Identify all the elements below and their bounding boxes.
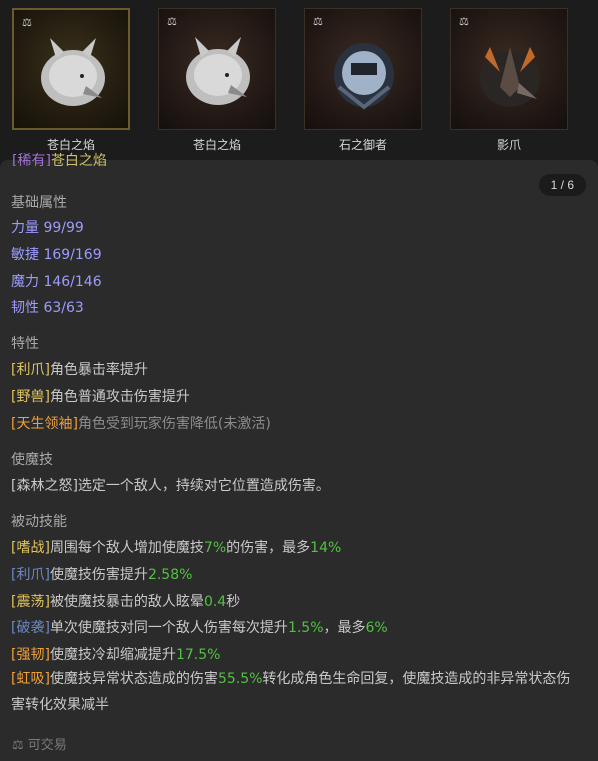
- skill-title: 使魔技: [11, 452, 53, 468]
- passive-text: 的伤害，最多: [226, 540, 311, 556]
- pet-title: [稀有]苍白之焰: [12, 150, 107, 166]
- trait-text: 角色受到玩家伤害降低(未激活): [77, 416, 271, 432]
- rarity-tag: [稀有]: [12, 153, 51, 166]
- traits-title: 特性: [11, 336, 39, 352]
- trait-tag: [天生领袖]: [11, 416, 78, 432]
- page-indicator: 1 / 6: [538, 174, 586, 196]
- pet-card-name: 影爪: [496, 138, 521, 152]
- stat-toughness: 韧性 63/63: [11, 300, 84, 316]
- passive-text: 使魔技异常状态造成的伤害: [49, 671, 218, 687]
- passive-text: 使魔技冷却缩减提升: [49, 647, 176, 663]
- passive-value: 7%: [203, 540, 227, 556]
- passive-item: [强韧]使魔技冷却缩减提升17.5%: [11, 644, 220, 664]
- pet-card-frame: ⚖: [158, 8, 276, 130]
- pet-card-frame: ⚖: [304, 8, 422, 130]
- passive-tag: [破袭]: [11, 620, 50, 636]
- pet-name: 苍白之焰: [50, 153, 107, 166]
- passive-tag: [嗜战]: [11, 540, 50, 556]
- passive-value: 17.5%: [175, 647, 221, 663]
- passive-item: [破袭]单次使魔技对同一个敌人伤害每次提升1.5%，最多6%: [11, 617, 388, 637]
- passive-value: 6%: [365, 620, 388, 636]
- passive-value: 1.5%: [287, 620, 324, 636]
- passive-value: 55.5%: [217, 671, 263, 687]
- stat-agility: 敏捷 169/169: [11, 247, 102, 263]
- pet-card-name: 石之御者: [338, 138, 387, 152]
- pet-detail-panel: [稀有]苍白之焰 1 / 6 基础属性 力量 99/99 敏捷 169/169 …: [0, 153, 598, 761]
- shadow-claw-portrait: [480, 47, 540, 107]
- trait-text: 角色暴击率提升: [49, 362, 148, 378]
- pet-card[interactable]: ⚖ 苍白之焰: [157, 8, 277, 153]
- stat-magic: 魔力 146/146: [11, 274, 102, 290]
- pet-card[interactable]: ⚖ 石之御者: [303, 8, 423, 153]
- trait-text: 角色普通攻击伤害提升: [49, 389, 190, 405]
- pet-card-frame: ⚖: [450, 8, 568, 130]
- skill-text: [森林之怒]选定一个敌人，持续对它位置造成伤害。: [11, 478, 330, 494]
- passive-tag: [虹吸]: [11, 671, 50, 687]
- passive-text: ，最多: [323, 620, 366, 636]
- passive-text: 使魔技伤害提升: [49, 567, 148, 583]
- base-attributes-title: 基础属性: [11, 195, 67, 211]
- trait-item: [野兽]角色普通攻击伤害提升: [11, 386, 190, 406]
- pet-card-name: 苍白之焰: [192, 138, 241, 152]
- trait-item: [天生领袖]角色受到玩家伤害降低(未激活): [11, 413, 271, 433]
- trait-tag: [野兽]: [11, 389, 50, 405]
- pet-card-frame: ⚖: [12, 8, 130, 130]
- trade-icon: ⚖: [12, 738, 24, 753]
- trait-tag: [利爪]: [11, 362, 50, 378]
- passive-value: 2.58%: [147, 567, 193, 583]
- passive-text: 秒: [226, 594, 241, 610]
- stone-guardian-portrait: [334, 43, 394, 110]
- passive-value: 14%: [310, 540, 342, 556]
- stat-strength: 力量 99/99: [11, 220, 84, 236]
- trait-item: [利爪]角色暴击率提升: [11, 359, 148, 379]
- passive-item: [嗜战]周围每个敌人增加使魔技7%的伤害，最多14%: [11, 537, 341, 557]
- passive-tag: [利爪]: [11, 567, 50, 583]
- white-wolf-portrait: [41, 38, 105, 106]
- passive-tag: [震荡]: [11, 594, 50, 610]
- pet-card-strip: ⚖ 苍白之焰 ⚖ 苍白之焰 ⚖ 石之御者 ⚖ 影爪: [0, 0, 598, 160]
- tradeable-label: ⚖ 可交易: [12, 734, 67, 753]
- passive-item: [虹吸]使魔技异常状态造成的伤害55.5%转化成角色生命回复，使魔技造成的非异常…: [11, 666, 581, 718]
- pet-card[interactable]: ⚖ 苍白之焰: [11, 8, 131, 153]
- passive-text: 被使魔技暴击的敌人眩晕: [49, 594, 204, 610]
- passive-tag: [强韧]: [11, 647, 50, 663]
- passive-item: [震荡]被使魔技暴击的敌人眩晕0.4秒: [11, 591, 240, 611]
- passive-title: 被动技能: [11, 514, 67, 530]
- passive-text: 单次使魔技对同一个敌人伤害每次提升: [49, 620, 288, 636]
- passive-text: 周围每个敌人增加使魔技: [49, 540, 204, 556]
- passive-item: [利爪]使魔技伤害提升2.58%: [11, 564, 192, 584]
- white-wolf-portrait: [186, 37, 250, 105]
- pet-card[interactable]: ⚖ 影爪: [449, 8, 569, 153]
- passive-value: 0.4: [203, 594, 227, 610]
- tradeable-text: 可交易: [27, 738, 67, 753]
